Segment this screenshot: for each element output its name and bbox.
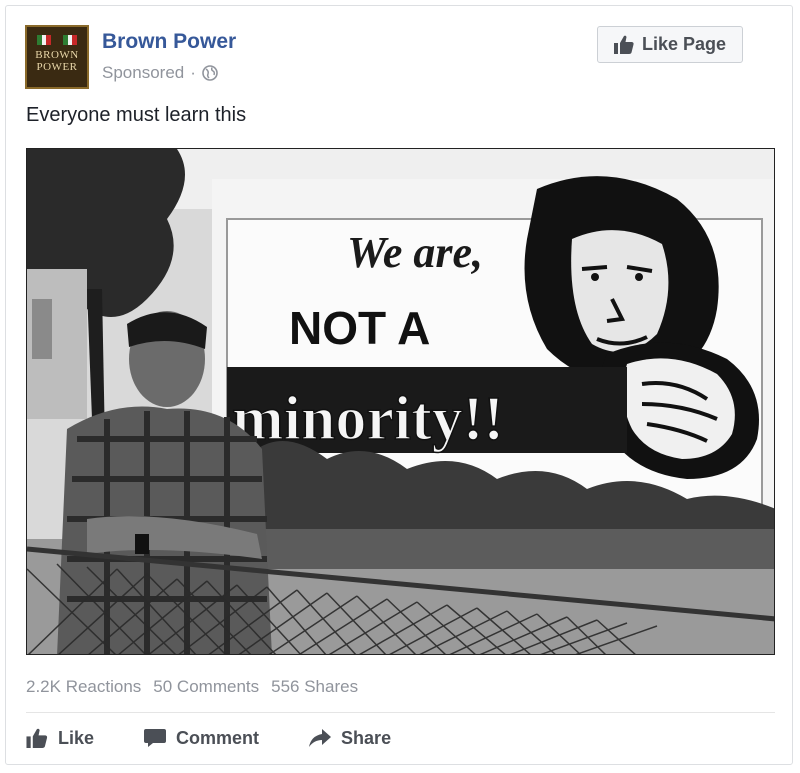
mural-text-not-a: NOT A — [289, 302, 430, 354]
shares-count[interactable]: 556 Shares — [271, 677, 358, 697]
post-actions-bar: Like Comment Share — [26, 722, 441, 754]
engagement-stats: 2.2K Reactions 50 Comments 556 Shares — [26, 677, 358, 697]
globe-icon — [202, 65, 218, 81]
avatar-logo-text: BROWN POWER — [35, 49, 79, 73]
sponsored-meta: Sponsored · — [102, 63, 218, 83]
like-page-label: Like Page — [641, 34, 727, 54]
comments-count[interactable]: 50 Comments — [153, 677, 259, 697]
share-arrow-icon — [309, 729, 332, 747]
post-photo[interactable]: We are, NOT A minority!! — [26, 148, 775, 655]
sponsored-post-card: BROWN POWER Brown Power Sponsored · Like… — [5, 5, 793, 765]
page-name-link[interactable]: Brown Power — [102, 30, 236, 54]
page-avatar[interactable]: BROWN POWER — [25, 25, 89, 89]
share-button[interactable]: Share — [309, 722, 391, 754]
reactions-count[interactable]: 2.2K Reactions — [26, 677, 141, 697]
mural-text-we-are: We are, — [347, 228, 483, 277]
like-button[interactable]: Like — [26, 722, 94, 754]
mural-photo-image: We are, NOT A minority!! — [27, 149, 774, 654]
flag-icon — [37, 35, 51, 45]
comment-bubble-icon — [144, 729, 167, 747]
like-page-button[interactable]: Like Page — [597, 26, 743, 63]
share-label: Share — [341, 727, 392, 748]
thumbs-up-icon — [26, 728, 48, 748]
post-body-text: Everyone must learn this — [26, 104, 247, 126]
comment-label: Comment — [176, 727, 260, 748]
thumbs-up-icon — [613, 35, 634, 54]
meta-separator: · — [190, 63, 196, 82]
sponsored-label[interactable]: Sponsored — [102, 63, 184, 83]
comment-button[interactable]: Comment — [144, 722, 259, 754]
actions-divider — [26, 712, 775, 713]
flag-icon — [63, 35, 77, 45]
like-label: Like — [58, 727, 95, 748]
